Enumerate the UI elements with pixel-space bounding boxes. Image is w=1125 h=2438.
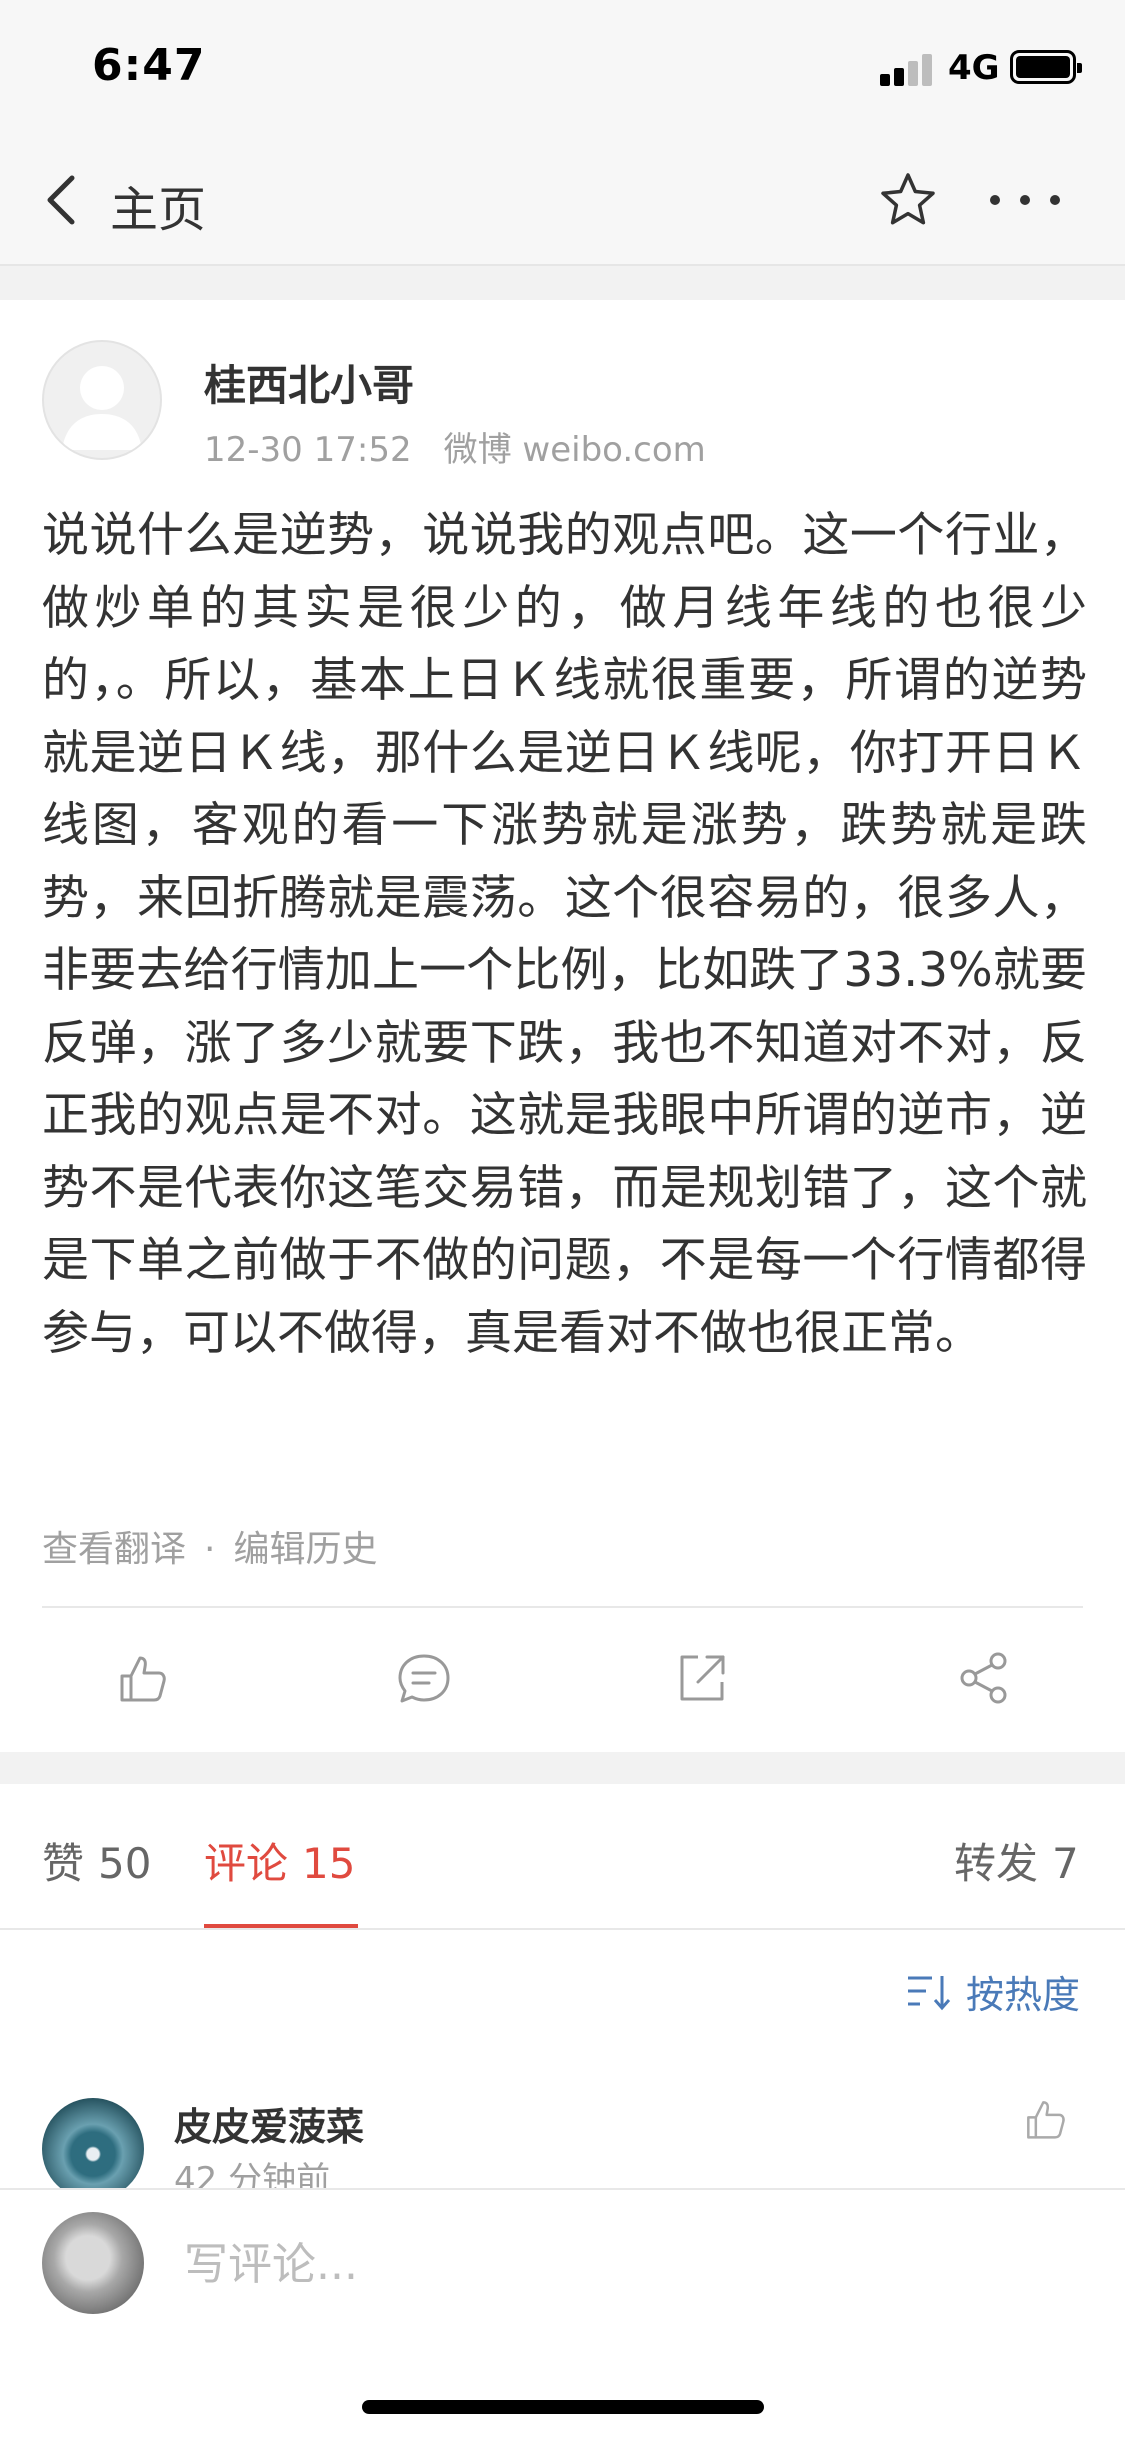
author-avatar[interactable] xyxy=(42,340,162,460)
link-separator: · xyxy=(204,1529,216,1570)
divider xyxy=(42,1606,1083,1608)
comment-input[interactable] xyxy=(184,2224,1034,2304)
tab-likes[interactable]: 赞 50 xyxy=(42,1830,151,1891)
post-body: 说说什么是逆势，说说我的观点吧。这一个行业，做炒单的其实是很少的，做月线年线的也… xyxy=(42,508,1087,1361)
status-bar: 6:47 4G xyxy=(0,0,1125,140)
sort-icon xyxy=(907,1975,951,2010)
view-translation-link[interactable]: 查看翻译 xyxy=(42,1529,186,1570)
comment-like-icon[interactable] xyxy=(1020,2094,1070,2144)
nav-bar: 主页 xyxy=(0,140,1125,266)
battery-icon xyxy=(1010,50,1082,84)
tab-likes-label: 赞 xyxy=(42,1839,85,1888)
author-name[interactable]: 桂西北小哥 xyxy=(204,352,414,413)
repost-icon[interactable] xyxy=(672,1648,732,1708)
sort-by-hot-button[interactable]: 按热度 xyxy=(906,1964,1080,2019)
commenter-avatar[interactable] xyxy=(42,2098,144,2200)
default-avatar-icon xyxy=(62,366,142,450)
divider xyxy=(0,1928,1125,1930)
back-chevron-icon[interactable] xyxy=(42,170,82,230)
cellular-signal-icon xyxy=(880,52,938,86)
back-to-home-link[interactable]: 主页 xyxy=(110,170,206,240)
tab-comments-label: 评论 xyxy=(204,1839,289,1888)
section-gap xyxy=(0,266,1125,300)
tab-reposts[interactable]: 转发 7 xyxy=(954,1830,1079,1891)
comment-icon[interactable] xyxy=(394,1648,454,1708)
tab-likes-count: 50 xyxy=(98,1839,152,1888)
tab-reposts-label: 转发 xyxy=(954,1839,1039,1888)
edit-history-link[interactable]: 编辑历史 xyxy=(233,1529,377,1570)
status-time: 6:47 xyxy=(92,40,206,91)
section-gap xyxy=(0,1752,1125,1784)
sort-label: 按热度 xyxy=(965,1973,1080,2017)
post-links: 查看翻译 · 编辑历史 xyxy=(42,1520,377,1572)
home-indicator[interactable] xyxy=(362,2400,764,2414)
thumbs-up-icon[interactable] xyxy=(112,1648,172,1708)
post-timestamp: 12-30 17:52 xyxy=(204,430,412,470)
tab-comments-count: 15 xyxy=(302,1839,356,1888)
post-meta: 12-30 17:52 微博 weibo.com xyxy=(204,422,706,471)
share-icon[interactable] xyxy=(954,1648,1014,1708)
star-outline-icon[interactable] xyxy=(878,170,938,230)
tab-comments[interactable]: 评论 15 xyxy=(204,1830,355,1891)
more-dots-icon[interactable] xyxy=(990,190,1060,210)
network-type: 4G xyxy=(948,48,1000,88)
my-avatar xyxy=(42,2212,144,2314)
post-source: 微博 weibo.com xyxy=(443,430,706,470)
commenter-name[interactable]: 皮皮爱菠菜 xyxy=(174,2096,364,2151)
tab-reposts-count: 7 xyxy=(1052,1839,1079,1888)
